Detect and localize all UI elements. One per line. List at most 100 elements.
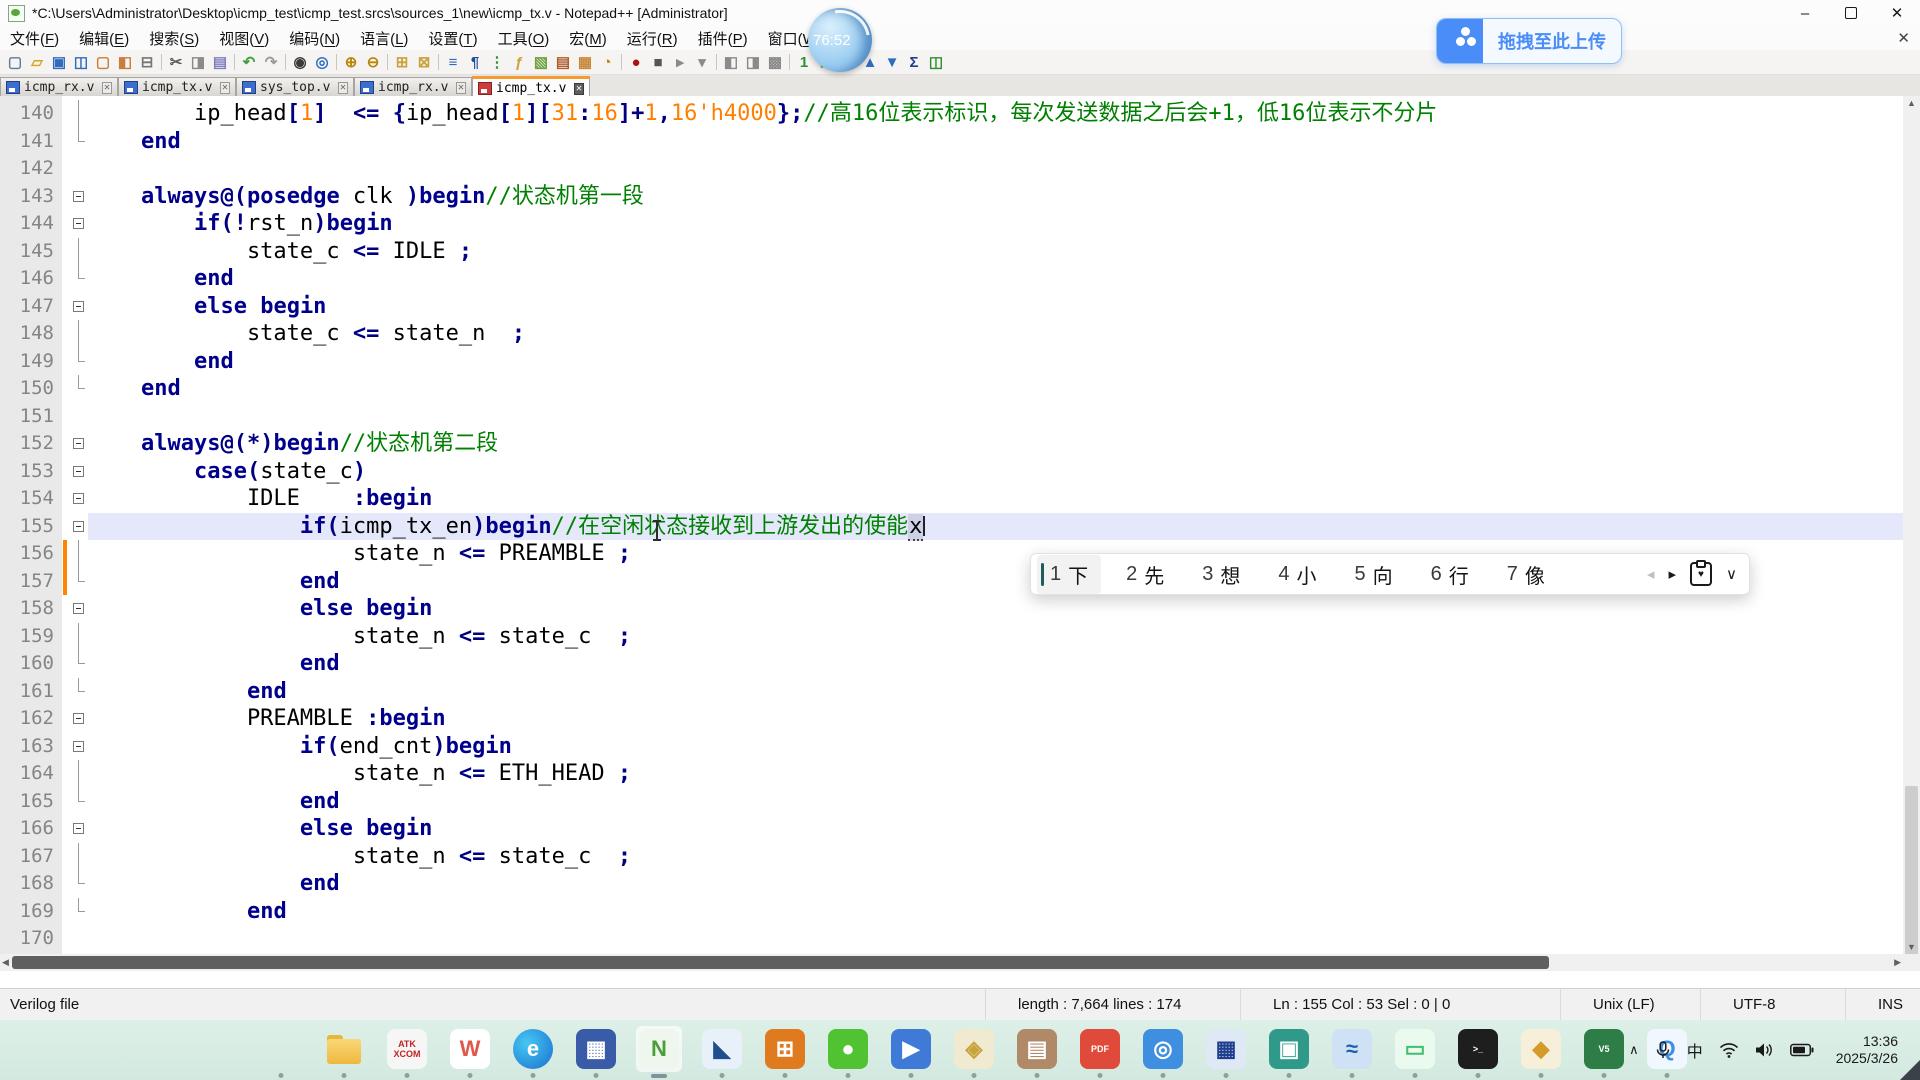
function-list-icon[interactable]: ƒ [508,52,530,72]
scroll-left-icon[interactable]: ◀ [2,955,9,970]
project-panel-icon[interactable]: ◨ [742,52,764,72]
edit-tracker-icon[interactable]: ▩ [764,52,786,72]
fold-margin[interactable] [70,458,88,486]
taskbar-clock[interactable]: 13:36 2025/3/26 [1836,1033,1898,1067]
horizontal-scrollbar[interactable]: ◀ ▶ [0,954,1903,971]
code-line[interactable]: end [88,788,1903,816]
cut-icon[interactable]: ✂ [165,52,187,72]
ring-app[interactable]: ◎ [1140,1026,1186,1072]
code-line[interactable]: always@(*)begin//状态机第二段 [88,430,1903,458]
minimize-button[interactable]: – [1782,0,1828,26]
ime-candidate[interactable]: 7像 [1494,555,1558,594]
line-number[interactable]: 141 [0,128,62,156]
line-number[interactable]: 156 [0,540,62,568]
save-all-icon[interactable]: ◫ [70,52,92,72]
fold-margin[interactable] [70,843,88,871]
tab-close-icon[interactable]: ✕ [338,82,348,94]
menu-item[interactable]: 搜索(S) [139,30,209,49]
fold-box-icon[interactable] [73,603,84,614]
fold-margin[interactable] [70,760,88,788]
fold-margin[interactable] [70,265,88,293]
code-line[interactable]: end [88,348,1903,376]
save-file-icon[interactable]: ▣ [48,52,70,72]
line-number[interactable]: 151 [0,403,62,431]
code-line[interactable]: end [88,650,1903,678]
diagram-app[interactable]: ⊞ [762,1026,808,1072]
fold-margin[interactable] [70,320,88,348]
tab-icmp_rx-v[interactable]: icmp_rx.v✕ [0,77,118,97]
menu-item[interactable]: 编码(N) [279,30,350,49]
fold-margin[interactable] [70,403,88,431]
ime-next-page-icon[interactable]: ▸ [1668,565,1676,583]
fold-box-icon[interactable] [73,521,84,532]
line-number[interactable]: 163 [0,733,62,761]
fold-margin[interactable] [70,155,88,183]
fold-box-icon[interactable] [73,438,84,449]
kite-app[interactable]: ◈ [951,1026,997,1072]
fold-box-icon[interactable] [73,191,84,202]
fold-margin[interactable] [70,925,88,953]
grid-view-icon[interactable]: ◫ [925,52,947,72]
overlay-close-icon[interactable]: ✕ [1897,29,1910,47]
speaker-icon[interactable] [1755,1042,1774,1058]
menu-item[interactable]: 文件(F) [0,30,69,49]
fold-margin[interactable] [70,568,88,596]
tab-close-icon[interactable]: ✕ [220,82,230,94]
line-number[interactable]: 154 [0,485,62,513]
line-number[interactable]: 153 [0,458,62,486]
code-line[interactable]: state_n <= state_c ; [88,623,1903,651]
line-number[interactable]: 144 [0,210,62,238]
macro-stop-icon[interactable]: ■ [647,52,669,72]
menu-item[interactable]: 宏(M) [559,30,617,49]
show-desktop-corner[interactable] [1900,1060,1920,1080]
code-line[interactable]: end [88,265,1903,293]
code-editor[interactable]: 140 ip_head[1] <= {ip_head[1][31:16]+1,1… [0,96,1920,971]
ime-expand-chevron-icon[interactable]: ∨ [1726,565,1737,583]
menu-item[interactable]: 编辑(E) [69,30,139,49]
wifi-icon[interactable] [1719,1042,1739,1058]
media-player[interactable]: ▶ [888,1026,934,1072]
fold-margin[interactable] [70,595,88,623]
code-line[interactable]: end [88,870,1903,898]
menu-item[interactable]: 语言(L) [350,30,418,49]
doc-list-icon[interactable]: ▤ [552,52,574,72]
line-number[interactable]: 159 [0,623,62,651]
line-number[interactable]: 169 [0,898,62,926]
code-line[interactable] [88,155,1903,183]
atk-xcom[interactable]: ATK XCOM [384,1026,430,1072]
code-line[interactable]: PREAMBLE :begin [88,705,1903,733]
line-number[interactable]: 140 [0,100,62,128]
line-number[interactable]: 150 [0,375,62,403]
fold-margin[interactable] [70,815,88,843]
ime-candidate[interactable]: 3想 [1189,555,1253,594]
fold-box-icon[interactable] [73,713,84,724]
code-line[interactable]: if(end_cnt)begin [88,733,1903,761]
ime-language-indicator[interactable]: 中 [1687,1038,1703,1062]
tab-sys_top-v[interactable]: sys_top.v✕ [236,77,354,97]
line-number[interactable]: 167 [0,843,62,871]
vertical-scrollbar-thumb[interactable] [1905,786,1918,964]
code-line[interactable]: end [88,898,1903,926]
code-line[interactable]: state_n <= state_c ; [88,843,1903,871]
remote-window-app[interactable]: ▣ [1266,1026,1312,1072]
ime-candidate[interactable]: 5向 [1342,555,1406,594]
fold-margin[interactable] [70,100,88,128]
tab-close-icon[interactable]: ✕ [574,83,584,95]
ime-candidate[interactable]: 2先 [1113,555,1177,594]
line-number[interactable]: 143 [0,183,62,211]
line-number[interactable]: 147 [0,293,62,321]
line-number[interactable]: 170 [0,925,62,953]
microsoft-edge[interactable]: e [510,1026,556,1072]
wechat[interactable]: ● [825,1026,871,1072]
code-line[interactable]: else begin [88,293,1903,321]
sync-scroll-h-icon[interactable]: ⊠ [413,52,435,72]
ime-clipboard-icon[interactable]: ♥ [1690,562,1712,586]
tab-close-icon[interactable]: ✕ [456,82,466,94]
fold-margin[interactable] [70,705,88,733]
panel-app[interactable]: ▦ [573,1026,619,1072]
paste-icon[interactable]: ▤ [209,52,231,72]
scroll-right-icon[interactable]: ▶ [1894,955,1901,970]
line-number[interactable]: 166 [0,815,62,843]
line-number[interactable]: 157 [0,568,62,596]
menu-item[interactable]: 运行(R) [617,30,688,49]
